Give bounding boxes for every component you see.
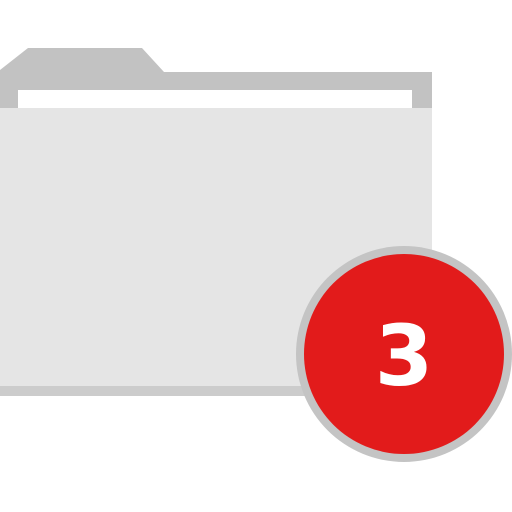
badge-count: 3: [374, 307, 434, 405]
folder-with-badge[interactable]: 3: [0, 0, 512, 512]
notification-badge: 3: [296, 246, 512, 462]
